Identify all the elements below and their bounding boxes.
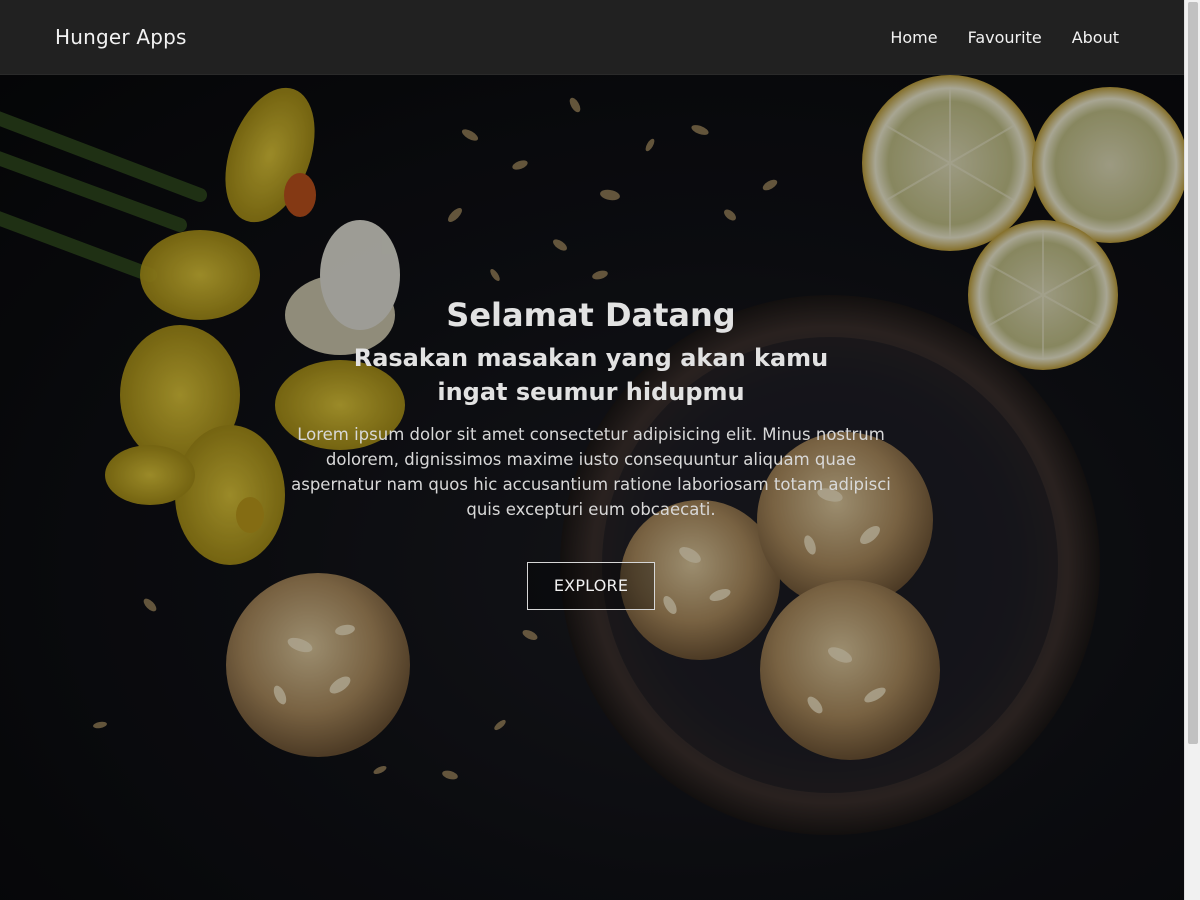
hero-title: Selamat Datang <box>446 296 736 334</box>
hero-content: Selamat Datang Rasakan masakan yang akan… <box>290 295 892 611</box>
nav-item-about: About <box>1072 24 1119 51</box>
explore-button[interactable]: EXPLORE <box>527 562 655 611</box>
nav-link-home[interactable]: Home <box>890 24 937 51</box>
page-scrollbar[interactable] <box>1184 0 1200 900</box>
nav-link-favourite[interactable]: Favourite <box>968 24 1042 51</box>
app-bar: Hunger Apps Home Favourite About <box>0 0 1184 75</box>
nav-link-about[interactable]: About <box>1072 24 1119 51</box>
brand-logo[interactable]: Hunger Apps <box>55 25 187 49</box>
nav-item-home: Home <box>890 24 937 51</box>
hero-subtitle: Rasakan masakan yang akan kamu ingat seu… <box>353 343 829 407</box>
hero-section: Selamat Datang Rasakan masakan yang akan… <box>0 75 1184 900</box>
scrollbar-thumb[interactable] <box>1188 2 1198 744</box>
nav-item-favourite: Favourite <box>968 24 1042 51</box>
main-nav: Home Favourite About <box>890 24 1119 51</box>
hero-description: Lorem ipsum dolor sit amet consectetur a… <box>291 425 891 520</box>
nav-list: Home Favourite About <box>890 24 1119 51</box>
